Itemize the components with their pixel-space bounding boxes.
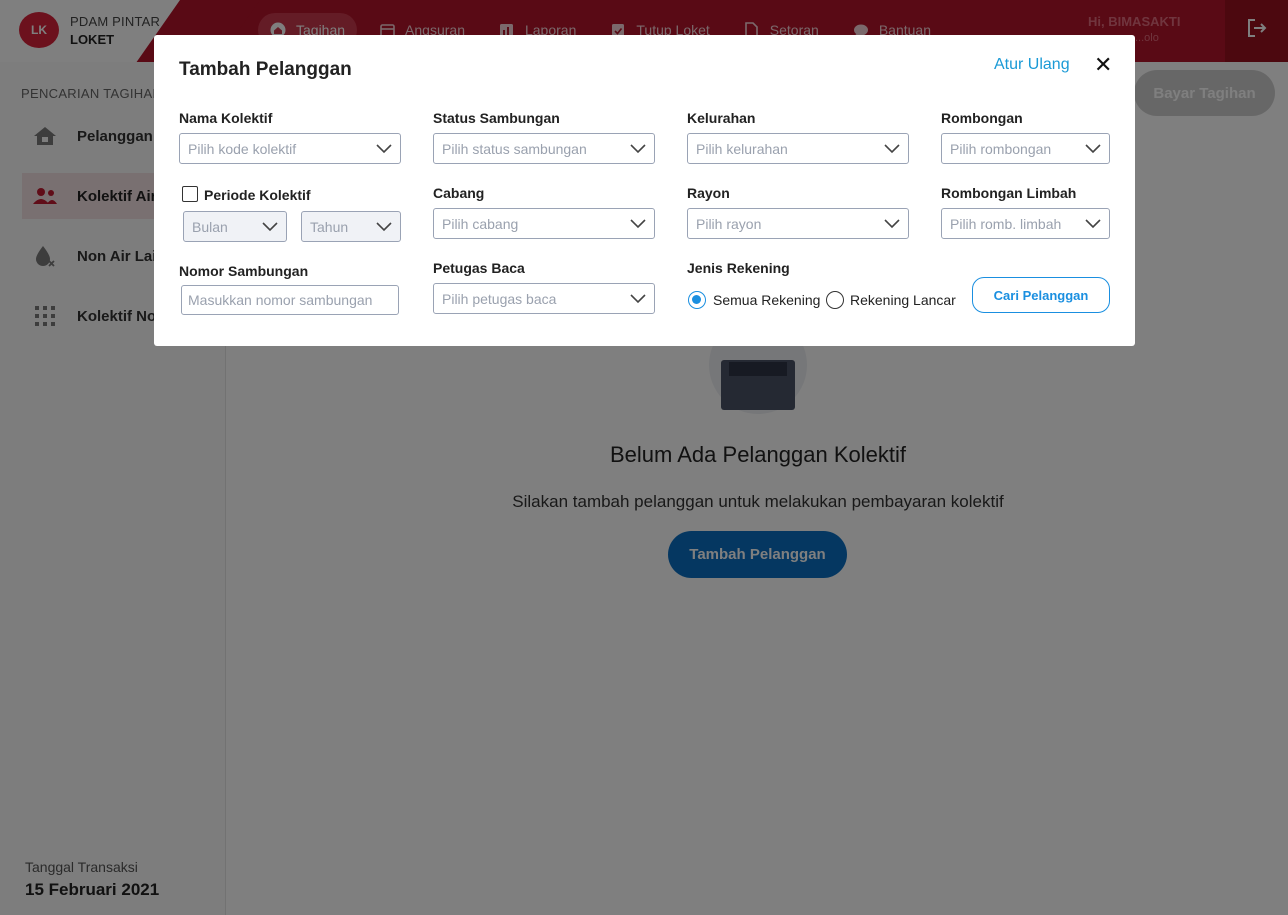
chevron-down-icon xyxy=(376,144,392,154)
rombongan-limbah-label: Rombongan Limbah xyxy=(941,185,1077,201)
radio-rekening-lancar[interactable] xyxy=(826,291,844,309)
nama-kolektif-select[interactable]: Pilih kode kolektif xyxy=(179,133,401,164)
jenis-rekening-label: Jenis Rekening xyxy=(687,260,790,276)
bulan-select[interactable]: Bulan xyxy=(183,211,287,242)
rayon-label: Rayon xyxy=(687,185,730,201)
rombongan-limbah-select[interactable]: Pilih romb. limbah xyxy=(941,208,1110,239)
periode-kolektif-checkbox[interactable] xyxy=(182,186,198,202)
rombongan-label: Rombongan xyxy=(941,110,1023,126)
rombongan-select[interactable]: Pilih rombongan xyxy=(941,133,1110,164)
chevron-down-icon xyxy=(262,222,278,232)
radio-semua-rekening[interactable] xyxy=(688,291,706,309)
petugas-baca-select[interactable]: Pilih petugas baca xyxy=(433,283,655,314)
cabang-select[interactable]: Pilih cabang xyxy=(433,208,655,239)
tahun-select[interactable]: Tahun xyxy=(301,211,401,242)
close-icon[interactable]: ✕ xyxy=(1094,53,1112,77)
chevron-down-icon xyxy=(884,219,900,229)
petugas-baca-label: Petugas Baca xyxy=(433,260,525,276)
chevron-down-icon xyxy=(1085,144,1101,154)
chevron-down-icon xyxy=(1085,219,1101,229)
chevron-down-icon xyxy=(630,144,646,154)
chevron-down-icon xyxy=(630,219,646,229)
tambah-pelanggan-modal: Tambah Pelanggan Atur Ulang ✕ Nama Kolek… xyxy=(154,35,1135,346)
nomor-sambungan-label: Nomor Sambungan xyxy=(179,263,309,279)
reset-link[interactable]: Atur Ulang xyxy=(994,56,1070,74)
chevron-down-icon xyxy=(884,144,900,154)
status-sambungan-select[interactable]: Pilih status sambungan xyxy=(433,133,655,164)
cari-pelanggan-button[interactable]: Cari Pelanggan xyxy=(972,277,1110,313)
modal-title: Tambah Pelanggan xyxy=(179,59,352,80)
rayon-select[interactable]: Pilih rayon xyxy=(687,208,909,239)
kelurahan-select[interactable]: Pilih kelurahan xyxy=(687,133,909,164)
cabang-label: Cabang xyxy=(433,185,485,201)
periode-kolektif-label: Periode Kolektif xyxy=(204,187,311,203)
chevron-down-icon xyxy=(630,294,646,304)
status-sambungan-label: Status Sambungan xyxy=(433,110,560,126)
nomor-sambungan-input[interactable]: Masukkan nomor sambungan xyxy=(181,285,399,315)
kelurahan-label: Kelurahan xyxy=(687,110,756,126)
chevron-down-icon xyxy=(376,222,392,232)
semua-rekening-label: Semua Rekening xyxy=(713,292,821,308)
rekening-lancar-label: Rekening Lancar xyxy=(850,292,956,308)
nama-kolektif-label: Nama Kolektif xyxy=(179,110,273,126)
